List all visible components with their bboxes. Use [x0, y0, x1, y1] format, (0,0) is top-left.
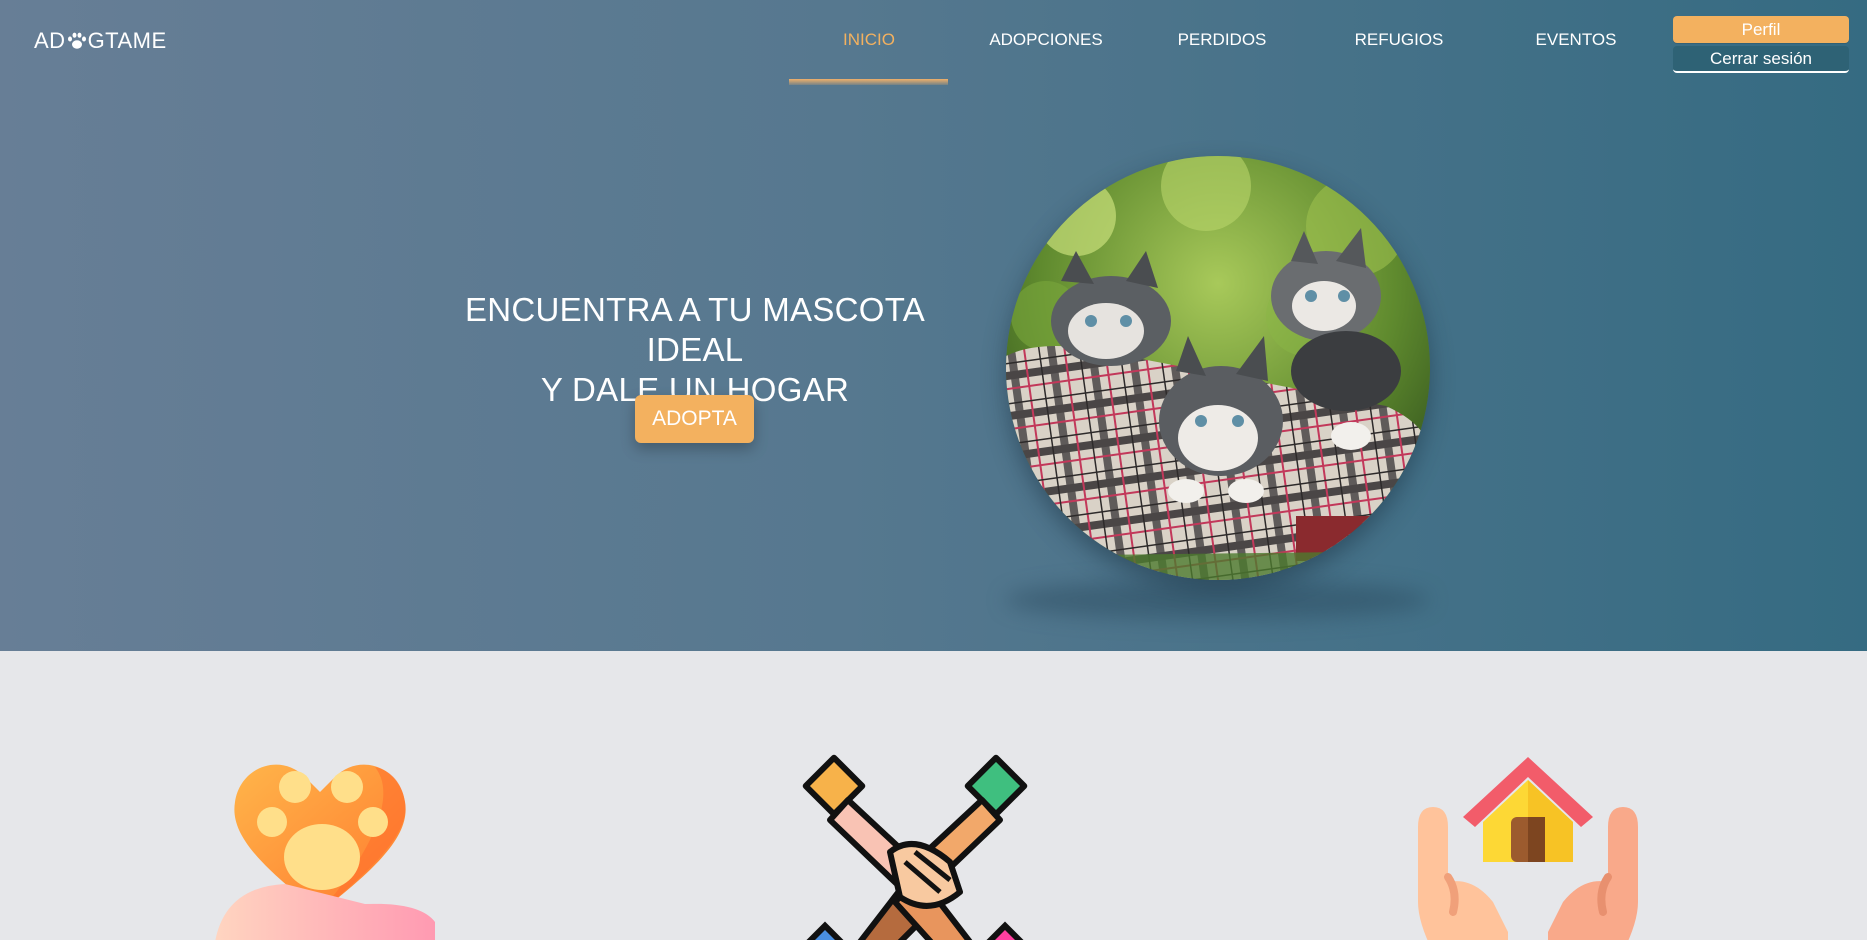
- house-in-hands-icon: [1413, 752, 1643, 940]
- hero-image-shadow: [1005, 580, 1430, 620]
- profile-button[interactable]: Perfil: [1673, 16, 1849, 43]
- logout-button[interactable]: Cerrar sesión: [1673, 46, 1849, 73]
- brand-text-end: GTAME: [87, 28, 167, 53]
- brand-text-start: AD: [34, 28, 66, 53]
- hero-title-line-1: ENCUENTRA A TU MASCOTA IDEAL: [464, 291, 926, 368]
- active-nav-indicator: [789, 79, 948, 85]
- hero-title: ENCUENTRA A TU MASCOTA IDEAL Y DALE UN H…: [415, 290, 975, 410]
- brand-logo[interactable]: AD GTAME: [34, 28, 167, 54]
- nav-item-inicio[interactable]: INICIO: [789, 30, 949, 50]
- nav-item-eventos[interactable]: EVENTOS: [1496, 30, 1656, 50]
- hero-image-kittens: [1006, 156, 1430, 580]
- nav-item-adopciones[interactable]: ADOPCIONES: [966, 30, 1126, 50]
- nav-item-perdidos[interactable]: PERDIDOS: [1142, 30, 1302, 50]
- adopt-button[interactable]: ADOPTA: [635, 395, 754, 443]
- paw-heart-hand-icon: [205, 752, 435, 940]
- nav-item-refugios[interactable]: REFUGIOS: [1319, 30, 1479, 50]
- hero-section: AD GTAME INICIO ADOPCIONES PERDIDOS REFU…: [0, 0, 1867, 651]
- paw-icon: [67, 32, 87, 50]
- hands-together-icon: [800, 752, 1030, 940]
